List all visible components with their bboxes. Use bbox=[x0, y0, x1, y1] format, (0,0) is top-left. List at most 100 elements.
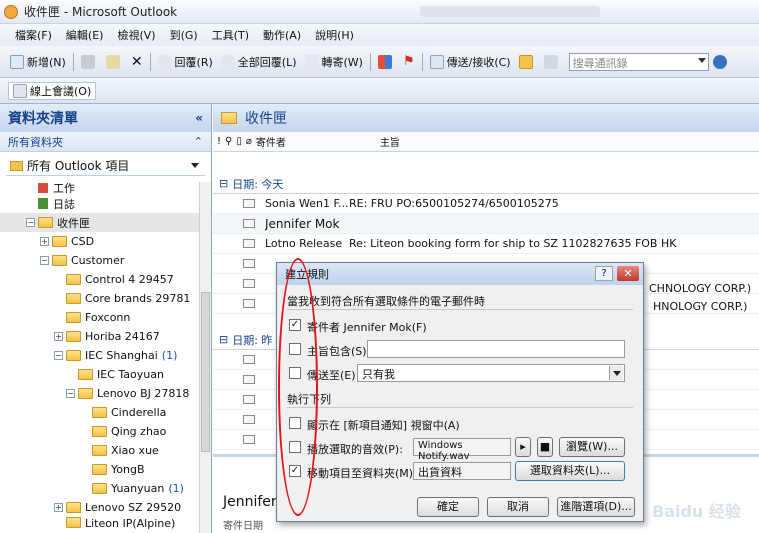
collapse-box-icon[interactable]: ⊟ bbox=[219, 333, 228, 346]
advanced-options-button[interactable]: 進階選項(D)... bbox=[557, 497, 635, 517]
tree-item-xiao-xue[interactable]: Xiao xue bbox=[0, 441, 200, 460]
folder-icon bbox=[78, 369, 93, 380]
search-address-book-input[interactable]: 搜尋通訊錄 bbox=[568, 52, 709, 71]
sound-file-field[interactable]: Windows Notify.wav bbox=[413, 438, 511, 462]
message-row[interactable]: Jennifer Mok bbox=[213, 214, 759, 234]
sent-to-checkbox[interactable] bbox=[289, 367, 301, 379]
tree-item-yuanyuan[interactable]: Yuanyuan (1) bbox=[0, 479, 200, 498]
reply-all-button[interactable]: 全部回覆(L) bbox=[217, 51, 301, 73]
chevron-up-icon[interactable]: ⌃ bbox=[194, 135, 203, 148]
tree-item-control4[interactable]: Control 4 29457 bbox=[0, 270, 200, 289]
collapse-box-icon[interactable]: ⊟ bbox=[219, 177, 228, 190]
menu-file[interactable]: 檔案(F) bbox=[8, 27, 59, 43]
folder-icon bbox=[66, 293, 81, 304]
subject-checkbox[interactable] bbox=[289, 343, 301, 355]
tree-item-core-brands[interactable]: Core brands 29781 bbox=[0, 289, 200, 308]
folder-tree-scrollbar[interactable] bbox=[199, 182, 211, 533]
sent-to-select[interactable]: 只有我 bbox=[357, 364, 625, 382]
from-column-header[interactable]: 寄件者 bbox=[256, 134, 376, 149]
chevron-down-icon[interactable] bbox=[609, 366, 623, 380]
menu-actions[interactable]: 動作(A) bbox=[256, 27, 308, 43]
envelope-icon bbox=[243, 435, 255, 444]
envelope-icon bbox=[243, 279, 255, 288]
expand-box-icon[interactable]: + bbox=[54, 503, 63, 512]
chevron-down-icon[interactable] bbox=[697, 57, 706, 63]
tree-item-lenovo-sz[interactable]: + Lenovo SZ 29520 bbox=[0, 498, 200, 517]
ok-button[interactable]: 確定 bbox=[417, 497, 479, 517]
online-meeting-button[interactable]: 線上會議(O) bbox=[8, 81, 97, 100]
menu-help[interactable]: 說明(H) bbox=[308, 27, 361, 43]
address-book-button[interactable] bbox=[515, 51, 540, 73]
select-folder-button[interactable]: 選取資料夾(L)... bbox=[515, 461, 625, 481]
help-icon[interactable]: ? bbox=[595, 266, 613, 281]
subject-input[interactable] bbox=[367, 340, 625, 358]
attachment-column-icon[interactable]: ⌀ bbox=[246, 136, 252, 147]
play-button[interactable]: ▸ bbox=[515, 437, 531, 457]
reply-all-label: 全部回覆(L) bbox=[237, 55, 297, 69]
menu-bar: 檔案(F) 編輯(E) 檢視(V) 到(G) 工具(T) 動作(A) 說明(H) bbox=[0, 24, 759, 46]
collapse-icon[interactable]: « bbox=[195, 111, 203, 125]
flag-button[interactable]: ⚑ bbox=[399, 51, 419, 73]
move-to-folder-checkbox[interactable]: ✓ bbox=[289, 465, 301, 477]
importance-column-icon[interactable]: ! bbox=[217, 136, 221, 147]
reminder-column-icon[interactable]: ⚲ bbox=[225, 136, 232, 147]
actions-heading: 執行下列 bbox=[287, 393, 331, 406]
alert-checkbox[interactable] bbox=[289, 417, 301, 429]
print-button[interactable] bbox=[77, 51, 102, 73]
tree-item-liteon[interactable]: Liteon IP(Alpine) bbox=[0, 517, 200, 529]
chevron-down-icon[interactable] bbox=[191, 163, 199, 168]
tree-item-tasks[interactable]: 工作 bbox=[0, 182, 200, 194]
categorize-button[interactable] bbox=[374, 51, 399, 73]
meeting-icon bbox=[13, 83, 27, 98]
play-sound-checkbox[interactable] bbox=[289, 441, 301, 453]
forward-button[interactable]: 轉寄(W) bbox=[301, 51, 367, 73]
tree-item-horiba[interactable]: + Horiba 24167 bbox=[0, 327, 200, 346]
new-button[interactable]: 新增(N) bbox=[6, 51, 70, 73]
folder-scope-select[interactable]: 所有 Outlook 項目 bbox=[6, 156, 205, 176]
cancel-button[interactable]: 取消 bbox=[487, 497, 549, 517]
divider bbox=[287, 407, 633, 408]
folder-list-header: 資料夾清單 « bbox=[0, 104, 211, 132]
tree-item-lenovo-bj[interactable]: − Lenovo BJ 27818 bbox=[0, 384, 200, 403]
type-column-icon[interactable]: ▯ bbox=[236, 136, 242, 147]
tree-item-csd[interactable]: + CSD bbox=[0, 232, 200, 251]
tree-item-inbox[interactable]: − 收件匣 bbox=[0, 213, 200, 232]
scrollbar-thumb[interactable] bbox=[201, 292, 210, 452]
help-button[interactable] bbox=[709, 51, 734, 73]
menu-view[interactable]: 檢視(V) bbox=[110, 27, 162, 43]
message-row[interactable]: Sonia Wen1 F... RE: FRU PO:6500105274/65… bbox=[213, 194, 759, 214]
tree-item-foxconn[interactable]: Foxconn bbox=[0, 308, 200, 327]
book-button[interactable] bbox=[540, 51, 565, 73]
collapse-box-icon[interactable]: − bbox=[26, 218, 35, 227]
send-receive-label: 傳送/接收(C) bbox=[446, 55, 511, 69]
expand-box-icon[interactable]: + bbox=[54, 332, 63, 341]
menu-tools[interactable]: 工具(T) bbox=[205, 27, 256, 43]
delete-button[interactable]: ✕ bbox=[127, 51, 147, 73]
close-icon[interactable]: ✕ bbox=[617, 266, 639, 281]
tree-item-customer[interactable]: − Customer bbox=[0, 251, 200, 270]
tree-item-iec-taoyuan[interactable]: IEC Taoyuan bbox=[0, 365, 200, 384]
watermark: Baidu 经验 bbox=[652, 502, 741, 521]
browse-button[interactable]: 瀏覽(W)... bbox=[559, 437, 625, 457]
folder-tree: 工作 日誌 − 收件匣 + CSD − Customer Control 4 2… bbox=[0, 182, 200, 529]
send-receive-button[interactable]: 傳送/接收(C) bbox=[426, 51, 515, 73]
tree-item-journal[interactable]: 日誌 bbox=[0, 194, 200, 213]
tree-item-cinderella[interactable]: Cinderella bbox=[0, 403, 200, 422]
move-to-folder-button[interactable] bbox=[102, 51, 127, 73]
menu-edit[interactable]: 編輯(E) bbox=[59, 27, 111, 43]
reply-button[interactable]: 回覆(R) bbox=[154, 51, 217, 73]
stop-button[interactable]: ■ bbox=[537, 437, 553, 457]
tree-item-yongb[interactable]: YongB bbox=[0, 460, 200, 479]
collapse-box-icon[interactable]: − bbox=[66, 389, 75, 398]
expand-box-icon[interactable]: + bbox=[40, 237, 49, 246]
group-header-today[interactable]: ⊟ 日期: 今天 bbox=[213, 174, 759, 194]
tree-item-qing-zhao[interactable]: Qing zhao bbox=[0, 422, 200, 441]
collapse-box-icon[interactable]: − bbox=[54, 351, 63, 360]
collapse-box-icon[interactable]: − bbox=[40, 256, 49, 265]
tree-item-iec-shanghai[interactable]: − IEC Shanghai (1) bbox=[0, 346, 200, 365]
window-title: 收件匣 - Microsoft Outlook bbox=[24, 5, 178, 19]
message-row[interactable]: Lotno Release Re: Liteon booking form fo… bbox=[213, 234, 759, 254]
menu-go[interactable]: 到(G) bbox=[163, 27, 205, 43]
subject-column-header[interactable]: 主旨 bbox=[380, 134, 400, 149]
from-checkbox[interactable]: ✓ bbox=[289, 319, 301, 331]
